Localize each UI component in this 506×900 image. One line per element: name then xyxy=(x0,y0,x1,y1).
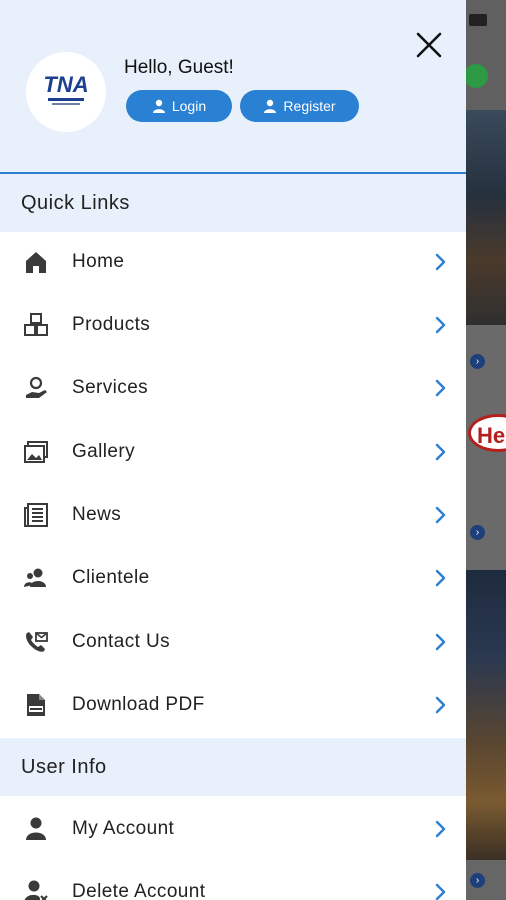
menu-item-my-account[interactable]: My Account xyxy=(0,797,466,860)
menu-item-label: News xyxy=(72,503,122,525)
menu-item-gallery[interactable]: Gallery xyxy=(0,420,466,483)
chevron-right-icon xyxy=(435,883,446,900)
menu-item-label: Contact Us xyxy=(72,630,170,652)
quick-links-heading: Quick Links xyxy=(0,174,466,232)
user-info-heading: User Info xyxy=(0,738,466,796)
chevron-right-icon xyxy=(435,253,446,271)
user-icon xyxy=(152,99,165,113)
chevron-right-icon xyxy=(435,633,446,651)
chevron-circle-icon: › xyxy=(470,354,485,369)
home-icon xyxy=(22,248,50,276)
login-label: Login xyxy=(171,98,207,114)
menu-item-label: Home xyxy=(72,250,125,272)
user-icon xyxy=(264,99,277,113)
menu-item-label: Download PDF xyxy=(72,693,205,715)
chevron-right-icon xyxy=(435,696,446,714)
menu-item-contact-us[interactable]: Contact Us xyxy=(0,610,466,673)
background-banner-image-2 xyxy=(466,570,506,860)
battery-icon xyxy=(469,14,487,26)
chevron-right-icon xyxy=(435,379,446,397)
user-icon xyxy=(22,815,50,843)
menu-item-download-pdf[interactable]: Download PDF xyxy=(0,673,466,736)
login-button[interactable]: Login xyxy=(126,90,232,122)
company-logo: TNA xyxy=(26,52,106,132)
greeting-text: Hello, Guest! xyxy=(124,57,234,78)
close-icon[interactable] xyxy=(410,26,448,64)
register-button[interactable]: Register xyxy=(240,90,359,122)
menu-item-news[interactable]: News xyxy=(0,483,466,546)
chevron-right-icon xyxy=(435,506,446,524)
background-app-overlay[interactable]: He › › › xyxy=(466,0,506,900)
navigation-drawer: TNA Hello, Guest! Login Register Quick L… xyxy=(0,0,466,900)
menu-item-label: Products xyxy=(72,313,151,335)
logo-text: TNA xyxy=(43,72,88,97)
clients-icon xyxy=(22,564,50,592)
menu-item-products[interactable]: Products xyxy=(0,293,466,356)
pdf-file-icon xyxy=(22,691,50,719)
phone-mail-icon xyxy=(22,628,50,656)
menu-item-label: Services xyxy=(72,376,149,398)
gallery-icon xyxy=(22,438,50,466)
chevron-right-icon xyxy=(435,820,446,838)
background-banner-image xyxy=(466,110,506,325)
menu-item-delete-account[interactable]: Delete Account xyxy=(0,860,466,900)
menu-item-label: My Account xyxy=(72,817,175,839)
chevron-circle-icon: › xyxy=(470,873,485,888)
drawer-header: TNA Hello, Guest! Login Register xyxy=(0,0,466,174)
menu-item-label: Gallery xyxy=(72,440,135,462)
user-delete-icon xyxy=(22,878,50,900)
chevron-circle-icon: › xyxy=(470,525,485,540)
chevron-right-icon xyxy=(435,316,446,334)
menu-item-home[interactable]: Home xyxy=(0,230,466,293)
boxes-icon xyxy=(22,311,50,339)
menu-item-clientele[interactable]: Clientele xyxy=(0,546,466,609)
menu-item-services[interactable]: Services xyxy=(0,356,466,419)
chevron-right-icon xyxy=(435,443,446,461)
service-hand-icon xyxy=(22,374,50,402)
newspaper-icon xyxy=(22,501,50,529)
menu-item-label: Delete Account xyxy=(72,880,206,900)
register-label: Register xyxy=(283,98,336,114)
chevron-right-icon xyxy=(435,569,446,587)
menu-item-label: Clientele xyxy=(72,566,150,588)
